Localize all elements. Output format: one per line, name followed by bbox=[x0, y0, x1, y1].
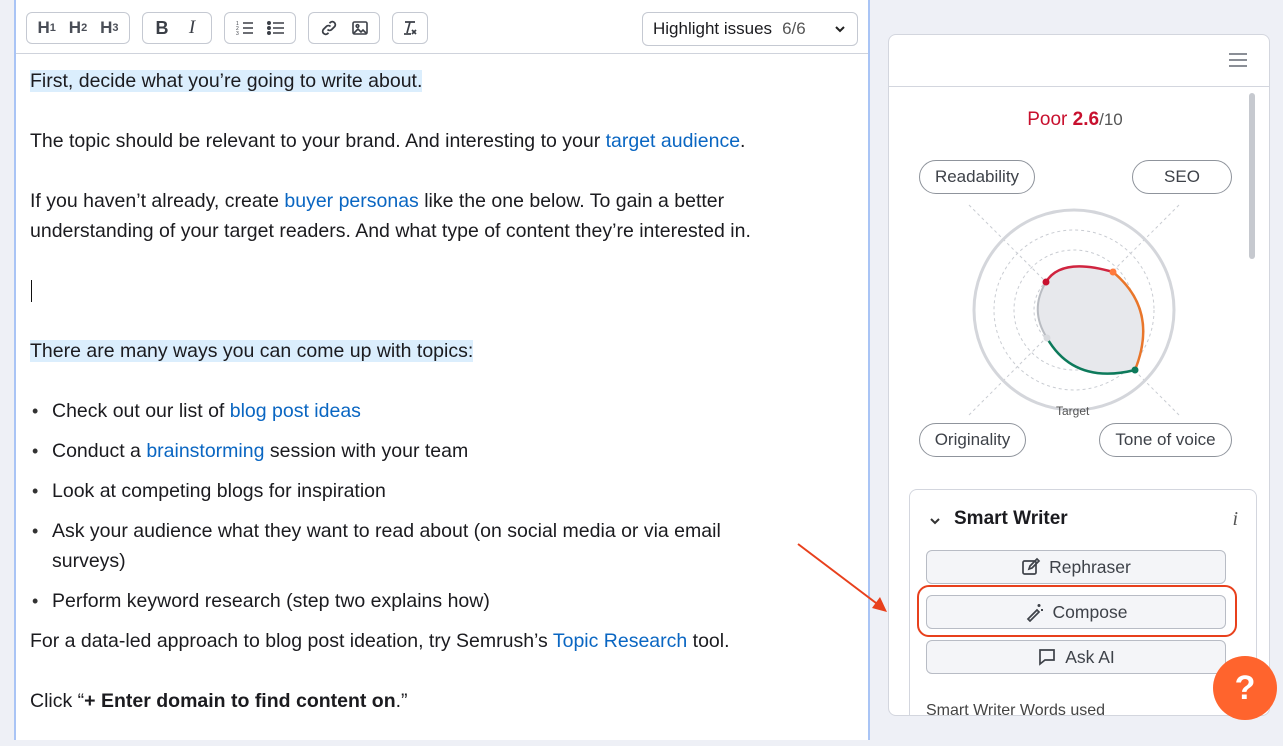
italic-button[interactable]: I bbox=[177, 13, 207, 43]
panel-header bbox=[889, 35, 1269, 87]
ask-ai-button[interactable]: Ask AI bbox=[926, 640, 1226, 674]
highlight-issues-select[interactable]: Highlight issues 6/6 bbox=[642, 12, 858, 46]
editor-toolbar: H1 H2 H3 B I 123 Highlight issues 6/6 bbox=[16, 0, 868, 54]
list-item: Ask your audience what they want to read… bbox=[30, 516, 850, 576]
clear-group bbox=[392, 12, 428, 44]
image-icon bbox=[351, 21, 368, 35]
highlight-issues-count: 6/6 bbox=[782, 19, 806, 38]
link-topic-research[interactable]: Topic Research bbox=[553, 630, 687, 652]
ask-ai-label: Ask AI bbox=[1065, 646, 1115, 667]
text-editor[interactable]: H1 H2 H3 B I 123 Highlight issues 6/6 Fi… bbox=[14, 0, 870, 740]
rephraser-label: Rephraser bbox=[1049, 556, 1131, 577]
ordered-list-button[interactable]: 123 bbox=[229, 13, 260, 43]
text-run: Conduct a bbox=[52, 440, 147, 462]
score-value: 2.6 bbox=[1072, 109, 1100, 130]
clear-format-icon bbox=[404, 21, 417, 35]
text-run: Check out our list of bbox=[52, 400, 230, 422]
text-run: Click “ bbox=[30, 690, 85, 712]
heading-2-button[interactable]: H2 bbox=[62, 13, 93, 43]
highlighted-sentence: There are many ways you can come up with… bbox=[30, 340, 474, 362]
link-blog-post-ideas[interactable]: blog post ideas bbox=[230, 400, 361, 422]
bold-text: + Enter domain to find content on bbox=[84, 690, 396, 712]
help-button[interactable]: ? bbox=[1213, 656, 1277, 720]
ordered-list-icon: 123 bbox=[236, 21, 253, 37]
editor-content[interactable]: First, decide what you’re going to write… bbox=[30, 66, 850, 746]
topic-list: Check out our list of blog post ideas Co… bbox=[30, 396, 850, 616]
link-button[interactable] bbox=[313, 13, 344, 43]
text-run: If you haven’t already, create bbox=[30, 190, 285, 212]
list-item: Conduct a brainstorming session with you… bbox=[30, 436, 850, 466]
list-item: Look at competing blogs for inspiration bbox=[30, 476, 850, 506]
compose-highlight-ring bbox=[917, 585, 1237, 637]
info-icon[interactable]: i bbox=[1232, 508, 1238, 531]
bullet-list-icon bbox=[266, 21, 284, 35]
paragraph: For a data-led approach to blog post ide… bbox=[30, 626, 850, 656]
paragraph: There are many ways you can come up with… bbox=[30, 336, 850, 366]
chevron-down-icon bbox=[835, 26, 845, 33]
bold-button[interactable]: B bbox=[147, 13, 177, 43]
heading-3-button[interactable]: H3 bbox=[94, 13, 125, 43]
empty-line bbox=[30, 276, 850, 306]
smart-writer-title[interactable]: Smart Writer bbox=[954, 508, 1068, 530]
paragraph: The topic should be relevant to your bra… bbox=[30, 126, 850, 156]
text-run: The topic should be relevant to your bra… bbox=[30, 130, 606, 152]
text-run: tool. bbox=[687, 630, 730, 652]
score-denominator: /10 bbox=[1099, 110, 1123, 129]
paragraph: Click “+ Enter domain to find content on… bbox=[30, 686, 850, 716]
text-run: For a data-led approach to blog post ide… bbox=[30, 630, 553, 652]
chat-icon bbox=[1039, 649, 1056, 666]
svg-text:3: 3 bbox=[236, 31, 239, 37]
text-caret bbox=[31, 280, 32, 302]
link-icon bbox=[321, 20, 336, 36]
link-brainstorming[interactable]: brainstorming bbox=[146, 440, 264, 462]
target-label: Target bbox=[1056, 404, 1090, 418]
link-target-audience[interactable]: target audience bbox=[606, 130, 740, 152]
text-run: . bbox=[740, 130, 746, 152]
list-item: Perform keyword research (step two expla… bbox=[30, 586, 850, 616]
smart-writer-words-used: Smart Writer Words used bbox=[926, 702, 1106, 716]
paragraph: If you haven’t already, create buyer per… bbox=[30, 186, 850, 246]
score-radar-chart bbox=[968, 204, 1180, 416]
heading-1-button[interactable]: H1 bbox=[31, 13, 62, 43]
insert-group bbox=[308, 12, 380, 44]
heading-group: H1 H2 H3 bbox=[26, 12, 130, 44]
image-button[interactable] bbox=[344, 13, 375, 43]
highlighted-sentence: First, decide what you’re going to write… bbox=[30, 70, 423, 92]
score-label: Poor bbox=[1027, 109, 1068, 130]
chevron-down-icon[interactable] bbox=[928, 514, 942, 528]
list-group: 123 bbox=[224, 12, 296, 44]
text-run: .” bbox=[395, 690, 408, 712]
link-buyer-personas[interactable]: buyer personas bbox=[284, 190, 418, 212]
overall-score: Poor 2.6/10 bbox=[889, 109, 1261, 131]
format-group: B I bbox=[142, 12, 212, 44]
bullet-list-button[interactable] bbox=[260, 13, 291, 43]
text-run: session with your team bbox=[264, 440, 469, 462]
hamburger-menu-icon[interactable] bbox=[1229, 53, 1247, 67]
clear-format-button[interactable] bbox=[394, 13, 426, 43]
paragraph: First, decide what you’re going to write… bbox=[30, 66, 850, 96]
highlight-issues-label: Highlight issues bbox=[653, 19, 773, 38]
list-item: Check out our list of blog post ideas bbox=[30, 396, 850, 426]
rephraser-button[interactable]: Rephraser bbox=[926, 550, 1226, 584]
edit-icon bbox=[1022, 557, 1041, 575]
